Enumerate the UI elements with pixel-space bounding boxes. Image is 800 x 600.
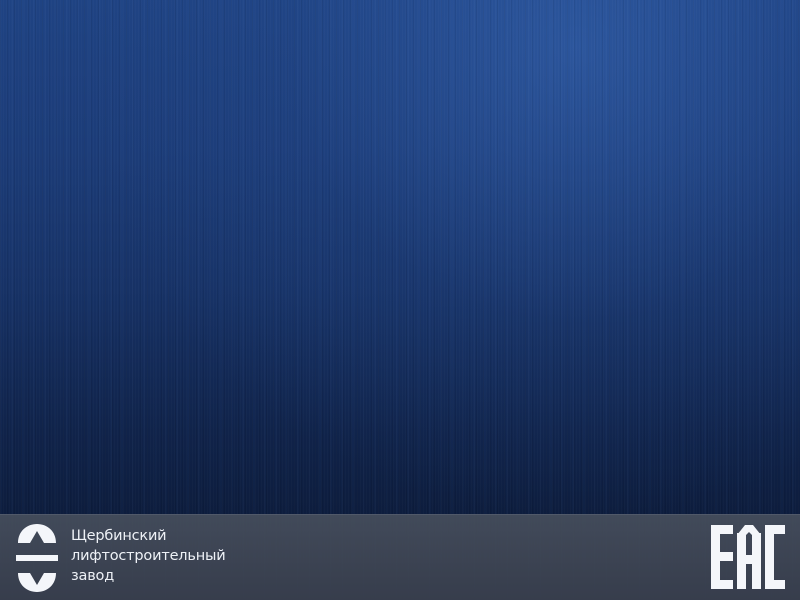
company-name: Щербинский лифтостроительный завод [71,526,226,586]
company-name-line: завод [71,568,115,584]
footer-bar: Щербинский лифтостроительный завод [0,514,800,600]
eac-mark-icon [711,525,785,589]
brushed-texture-overlay [0,0,800,600]
shcherbinka-elevator-plant-logo-icon [16,524,58,592]
company-name-line: лифтостроительный [71,548,226,564]
company-name-line: Щербинский [71,528,167,544]
screen: Щербинский лифтостроительный завод [0,0,800,600]
